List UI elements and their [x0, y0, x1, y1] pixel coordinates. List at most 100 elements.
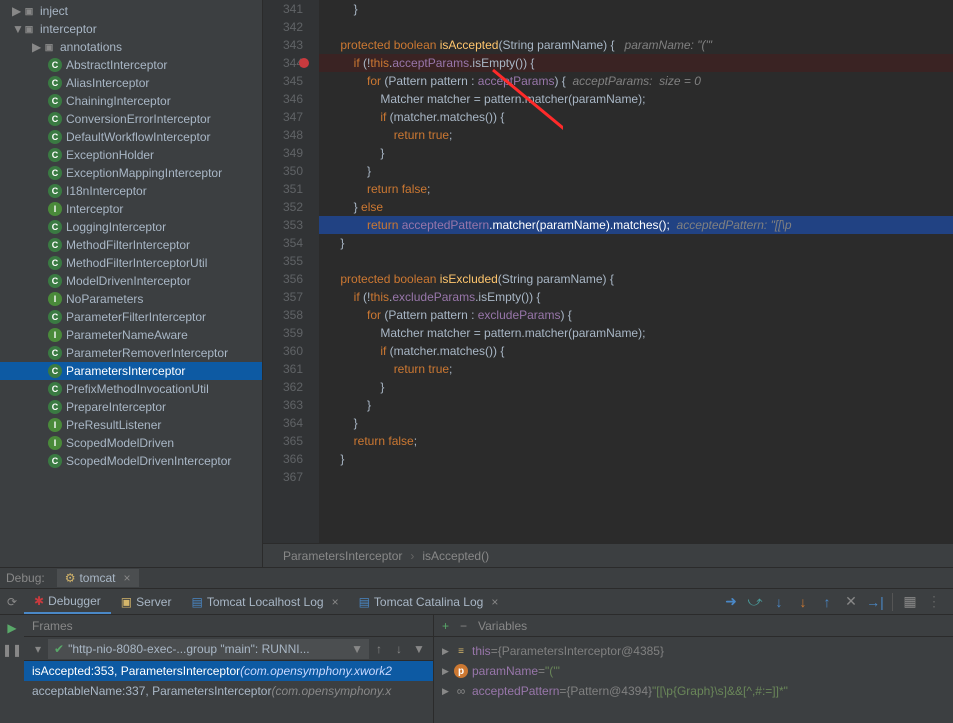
code-line[interactable]: if (matcher.matches()) { — [319, 108, 953, 126]
tree-class[interactable]: CLoggingInterceptor — [0, 218, 262, 236]
settings-icon[interactable]: ⋮ — [923, 591, 945, 613]
breakpoint-icon[interactable] — [299, 58, 309, 68]
code-line[interactable]: if (!this.acceptParams.isEmpty()) { — [319, 54, 953, 72]
line-number[interactable]: 363 — [263, 396, 303, 414]
prev-frame-icon[interactable]: ↑ — [369, 642, 389, 656]
line-number[interactable]: 348 — [263, 126, 303, 144]
gutter[interactable]: 341342343344345346347348349350351352353 3… — [263, 0, 319, 543]
code-line[interactable]: for (Pattern pattern : excludeParams) { — [319, 306, 953, 324]
tree-class[interactable]: CModelDrivenInterceptor — [0, 272, 262, 290]
close-icon[interactable]: × — [123, 571, 130, 585]
code-line[interactable]: return false; — [319, 432, 953, 450]
line-number[interactable]: 367 — [263, 468, 303, 486]
tree-class[interactable]: CParametersInterceptor — [0, 362, 262, 380]
line-number[interactable]: 356 — [263, 270, 303, 288]
code-line[interactable]: Matcher matcher = pattern.matcher(paramN… — [319, 324, 953, 342]
line-number[interactable]: 346 — [263, 90, 303, 108]
tab-debugger[interactable]: ✱ Debugger — [24, 590, 111, 614]
line-number[interactable]: 365 — [263, 432, 303, 450]
code-line[interactable]: } — [319, 414, 953, 432]
thread-selector[interactable]: ✔ "http-nio-8080-exec-...group "main": R… — [48, 639, 369, 659]
breadcrumb[interactable]: ParametersInterceptor › isAccepted() — [263, 543, 953, 567]
code-line[interactable] — [319, 468, 953, 486]
variable-row[interactable]: ▶≡this = {ParametersInterceptor@4385} — [438, 641, 949, 661]
code-line[interactable]: } — [319, 162, 953, 180]
tree-class[interactable]: CExceptionHolder — [0, 146, 262, 164]
tree-class[interactable]: CParameterRemoverInterceptor — [0, 344, 262, 362]
add-watch-icon[interactable]: + — [442, 619, 460, 633]
line-number[interactable]: 349 — [263, 144, 303, 162]
filter-icon[interactable]: ▼ — [409, 642, 429, 656]
code-line[interactable]: return true; — [319, 360, 953, 378]
line-number[interactable]: 352 — [263, 198, 303, 216]
stack-frame[interactable]: isAccepted:353, ParametersInterceptor (c… — [24, 661, 433, 681]
code-line[interactable]: for (Pattern pattern : acceptParams) { a… — [319, 72, 953, 90]
tree-class[interactable]: CPrefixMethodInvocationUtil — [0, 380, 262, 398]
line-number[interactable]: 361 — [263, 360, 303, 378]
code-line[interactable] — [319, 252, 953, 270]
code-line[interactable]: } — [319, 0, 953, 18]
tree-class[interactable]: IScopedModelDriven — [0, 434, 262, 452]
restore-layout-icon[interactable]: ⟳ — [0, 595, 24, 609]
tab-catalina-log[interactable]: ▤ Tomcat Catalina Log × — [349, 591, 509, 613]
tree-class[interactable]: INoParameters — [0, 290, 262, 308]
line-number[interactable]: 343 — [263, 36, 303, 54]
force-step-into-icon[interactable]: ↓ — [792, 591, 814, 613]
code-line[interactable]: Matcher matcher = pattern.matcher(paramN… — [319, 90, 953, 108]
remove-watch-icon[interactable]: − — [460, 619, 478, 633]
line-number[interactable]: 355 — [263, 252, 303, 270]
code-line[interactable] — [319, 18, 953, 36]
code-content[interactable]: } protected boolean isAccepted(String pa… — [319, 0, 953, 543]
line-number[interactable]: 347 — [263, 108, 303, 126]
line-number[interactable]: 341 — [263, 0, 303, 18]
evaluate-expression-icon[interactable]: ▦ — [899, 591, 921, 613]
code-line[interactable]: } else — [319, 198, 953, 216]
expand-icon[interactable]: ▶ — [442, 686, 454, 697]
tree-class[interactable]: CDefaultWorkflowInterceptor — [0, 128, 262, 146]
tab-server[interactable]: ▣ Server — [111, 591, 182, 613]
code-line[interactable]: if (matcher.matches()) { — [319, 342, 953, 360]
code-line[interactable]: } — [319, 450, 953, 468]
code-line[interactable]: protected boolean isExcluded(String para… — [319, 270, 953, 288]
step-over-icon[interactable]: ⤻ — [744, 591, 766, 613]
expand-icon[interactable]: ▶ — [442, 666, 454, 677]
line-number[interactable]: 350 — [263, 162, 303, 180]
line-number[interactable]: 351 — [263, 180, 303, 198]
tree-class[interactable]: CAbstractInterceptor — [0, 56, 262, 74]
expand-icon[interactable]: ▶ — [442, 646, 454, 657]
tree-class[interactable]: IParameterNameAware — [0, 326, 262, 344]
tree-class[interactable]: CExceptionMappingInterceptor — [0, 164, 262, 182]
step-into-icon[interactable]: ↓ — [768, 591, 790, 613]
tree-class[interactable]: CChainingInterceptor — [0, 92, 262, 110]
line-number[interactable]: 359 — [263, 324, 303, 342]
tree-class[interactable]: CPrepareInterceptor — [0, 398, 262, 416]
prev-thread-icon[interactable]: ▾ — [28, 642, 48, 656]
close-icon[interactable]: × — [332, 595, 339, 609]
code-line[interactable]: return false; — [319, 180, 953, 198]
tree-folder[interactable]: ▼▣interceptor — [0, 20, 262, 38]
run-to-cursor-icon[interactable]: →| — [864, 591, 886, 613]
show-execution-point-icon[interactable]: ➜ — [720, 591, 742, 613]
tree-class[interactable]: CMethodFilterInterceptorUtil — [0, 254, 262, 272]
tree-folder[interactable]: ▶▣inject — [0, 2, 262, 20]
crumb-method[interactable]: isAccepted() — [422, 549, 489, 563]
line-number[interactable]: 357 — [263, 288, 303, 306]
code-line[interactable]: } — [319, 234, 953, 252]
tree-class[interactable]: CI18nInterceptor — [0, 182, 262, 200]
tree-folder[interactable]: ▶▣annotations — [0, 38, 262, 56]
code-line[interactable]: return true; — [319, 126, 953, 144]
variable-row[interactable]: ▶∞acceptedPattern = {Pattern@4394} "[[\p… — [438, 681, 949, 701]
tree-class[interactable]: IInterceptor — [0, 200, 262, 218]
tree-class[interactable]: CMethodFilterInterceptor — [0, 236, 262, 254]
line-number[interactable]: 345 — [263, 72, 303, 90]
line-number[interactable]: 344 — [263, 54, 303, 72]
run-config-tab[interactable]: ⚙ tomcat × — [57, 569, 139, 587]
code-line[interactable]: } — [319, 378, 953, 396]
close-icon[interactable]: × — [491, 595, 498, 609]
line-number[interactable]: 353 — [263, 216, 303, 234]
line-number[interactable]: 364 — [263, 414, 303, 432]
drop-frame-icon[interactable]: ✕ — [840, 591, 862, 613]
line-number[interactable]: 366 — [263, 450, 303, 468]
line-number[interactable]: 342 — [263, 18, 303, 36]
step-out-icon[interactable]: ↑ — [816, 591, 838, 613]
